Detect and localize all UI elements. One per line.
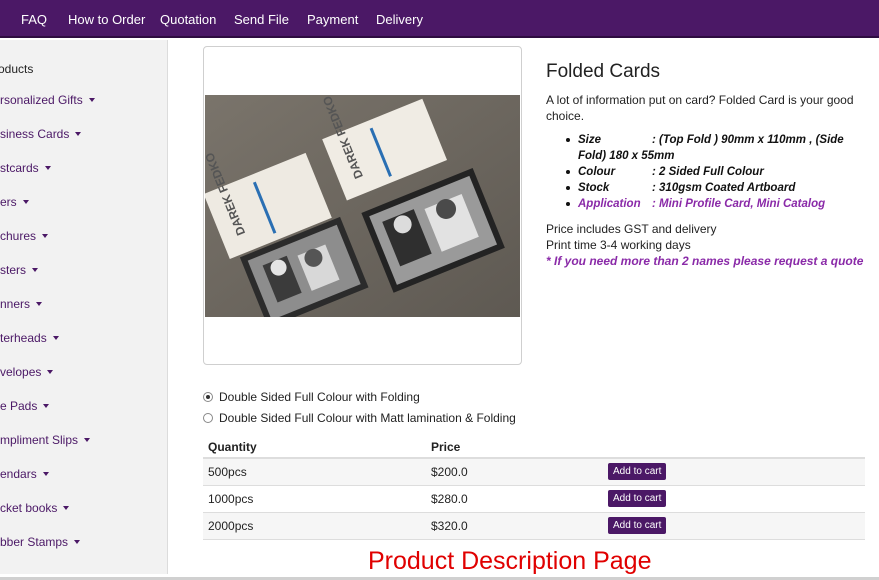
sidebar-item-brochures[interactable]: chures — [0, 229, 49, 243]
product-description: A lot of information put on card? Folded… — [546, 93, 854, 123]
nav-quotation[interactable]: Quotation — [160, 0, 216, 38]
caret-down-icon — [42, 233, 49, 238]
add-to-cart-button[interactable]: Add to cart — [608, 490, 667, 507]
spec-key: Size — [578, 134, 602, 146]
sidebar-item-label: stcards — [0, 161, 39, 175]
option-label: Double Sided Full Colour with Matt lamin… — [219, 411, 516, 425]
sidebar-item-docket-books[interactable]: cket books — [0, 501, 70, 515]
caret-down-icon — [74, 539, 81, 544]
caret-down-icon — [88, 97, 95, 102]
sidebar-item-postcards[interactable]: stcards — [0, 161, 51, 175]
caret-down-icon — [75, 131, 82, 136]
row-price: $320.0 — [431, 519, 468, 533]
sidebar-item-note-pads[interactable]: e Pads — [0, 399, 50, 413]
spec-application: Application : Mini Profile Card, Mini Cat… — [565, 196, 865, 212]
row-quantity: 1000pcs — [208, 492, 254, 506]
sidebar-item-label: sters — [0, 263, 27, 277]
spec-colour: Colour : 2 Sided Full Colour — [565, 164, 865, 180]
caret-down-icon — [44, 165, 51, 170]
table-row: 1000pcs $280.0 Add to cart — [203, 486, 865, 513]
caret-down-icon — [22, 199, 29, 204]
table-row: 2000pcs $320.0 Add to cart — [203, 513, 865, 540]
add-to-cart-button[interactable]: Add to cart — [608, 517, 667, 534]
nav-send-file[interactable]: Send File — [234, 0, 289, 38]
price-table: Quantity Price 500pcs $200.0 Add to cart… — [203, 433, 865, 540]
product-image-card: DAREK FEDKO DAREK FEDKO — [203, 46, 522, 365]
caret-down-icon — [36, 301, 43, 306]
sidebar-item-envelopes[interactable]: velopes — [0, 365, 54, 379]
nav-how-to-order[interactable]: How to Order — [68, 0, 145, 38]
table-row: 500pcs $200.0 Add to cart — [203, 459, 865, 486]
sidebar-item-posters[interactable]: sters — [0, 263, 39, 277]
sidebar-item-personalized-gifts[interactable]: rsonalized Gifts — [0, 93, 95, 107]
header-price: Price — [431, 440, 461, 454]
top-nav-bar: FAQ How to Order Quotation Send File Pay… — [0, 0, 879, 38]
sidebar-item-label: terheads — [0, 331, 47, 345]
product-specs: Size: (Top Fold ) 90mm x 110mm , (Side F… — [565, 132, 865, 212]
spec-value: : 2 Sided Full Colour — [652, 166, 764, 178]
caret-down-icon — [63, 505, 70, 510]
spec-stock: Stock : 310gsm Coated Artboard — [565, 180, 865, 196]
spec-value: : Mini Profile Card, Mini Catalog — [652, 198, 826, 210]
sidebar-item-label: nners — [0, 297, 31, 311]
caret-down-icon — [32, 267, 39, 272]
sidebar-item-label: mpliment Slips — [0, 433, 79, 447]
header-quantity: Quantity — [208, 440, 257, 454]
product-title: Folded Cards — [546, 61, 661, 82]
sidebar-item-label: endars — [0, 467, 37, 481]
product-photo: DAREK FEDKO DAREK FEDKO — [205, 95, 520, 317]
sidebar-item-label: bber Stamps — [0, 535, 69, 549]
caret-down-icon — [52, 335, 59, 340]
spec-key: Application — [578, 198, 641, 210]
sidebar-item-label: cket books — [0, 501, 58, 515]
sidebar: roducts rsonalized Gifts siness Cards st… — [0, 40, 168, 574]
row-quantity: 500pcs — [208, 465, 247, 479]
row-price: $200.0 — [431, 465, 468, 479]
names-note: * If you need more than 2 names please r… — [546, 254, 864, 268]
option-matt-lamination-folding[interactable]: Double Sided Full Colour with Matt lamin… — [203, 411, 516, 425]
sidebar-item-compliment-slips[interactable]: mpliment Slips — [0, 433, 91, 447]
spec-key: Colour — [578, 166, 616, 178]
print-time: Print time 3-4 working days — [546, 238, 691, 252]
nav-payment[interactable]: Payment — [307, 0, 358, 38]
row-quantity: 2000pcs — [208, 519, 254, 533]
spec-value: : 310gsm Coated Artboard — [652, 182, 796, 194]
folded-cards-image: DAREK FEDKO DAREK FEDKO — [205, 95, 520, 317]
table-header: Quantity Price — [203, 433, 865, 459]
sidebar-item-letterheads[interactable]: terheads — [0, 331, 59, 345]
row-price: $280.0 — [431, 492, 468, 506]
sidebar-item-label: velopes — [0, 365, 42, 379]
sidebar-item-label: siness Cards — [0, 127, 70, 141]
nav-faq[interactable]: FAQ — [21, 0, 47, 38]
option-folding[interactable]: Double Sided Full Colour with Folding — [203, 390, 420, 404]
sidebar-item-business-cards[interactable]: siness Cards — [0, 127, 82, 141]
sidebar-item-rubber-stamps[interactable]: bber Stamps — [0, 535, 81, 549]
nav-delivery[interactable]: Delivery — [376, 0, 423, 38]
sidebar-item-calendars[interactable]: endars — [0, 467, 49, 481]
caret-down-icon — [42, 471, 49, 476]
sidebar-item-banners[interactable]: nners — [0, 297, 43, 311]
sidebar-item-label: chures — [0, 229, 37, 243]
add-to-cart-button[interactable]: Add to cart — [608, 463, 667, 480]
page-caption: Product Description Page — [368, 547, 652, 575]
radio-button-selected[interactable] — [203, 391, 213, 402]
spec-size: Size: (Top Fold ) 90mm x 110mm , (Side F… — [565, 132, 865, 164]
radio-button[interactable] — [203, 412, 213, 423]
option-label: Double Sided Full Colour with Folding — [219, 390, 420, 404]
sidebar-item-flyers[interactable]: ers — [0, 195, 29, 209]
sidebar-item-label: ers — [0, 195, 17, 209]
caret-down-icon — [43, 403, 50, 408]
sidebar-item-label: e Pads — [0, 399, 38, 413]
sidebar-item-label: rsonalized Gifts — [0, 93, 83, 107]
caret-down-icon — [84, 437, 91, 442]
sidebar-title: roducts — [0, 62, 34, 76]
spec-key: Stock — [578, 182, 610, 194]
price-note: Price includes GST and delivery — [546, 222, 717, 236]
caret-down-icon — [47, 369, 54, 374]
